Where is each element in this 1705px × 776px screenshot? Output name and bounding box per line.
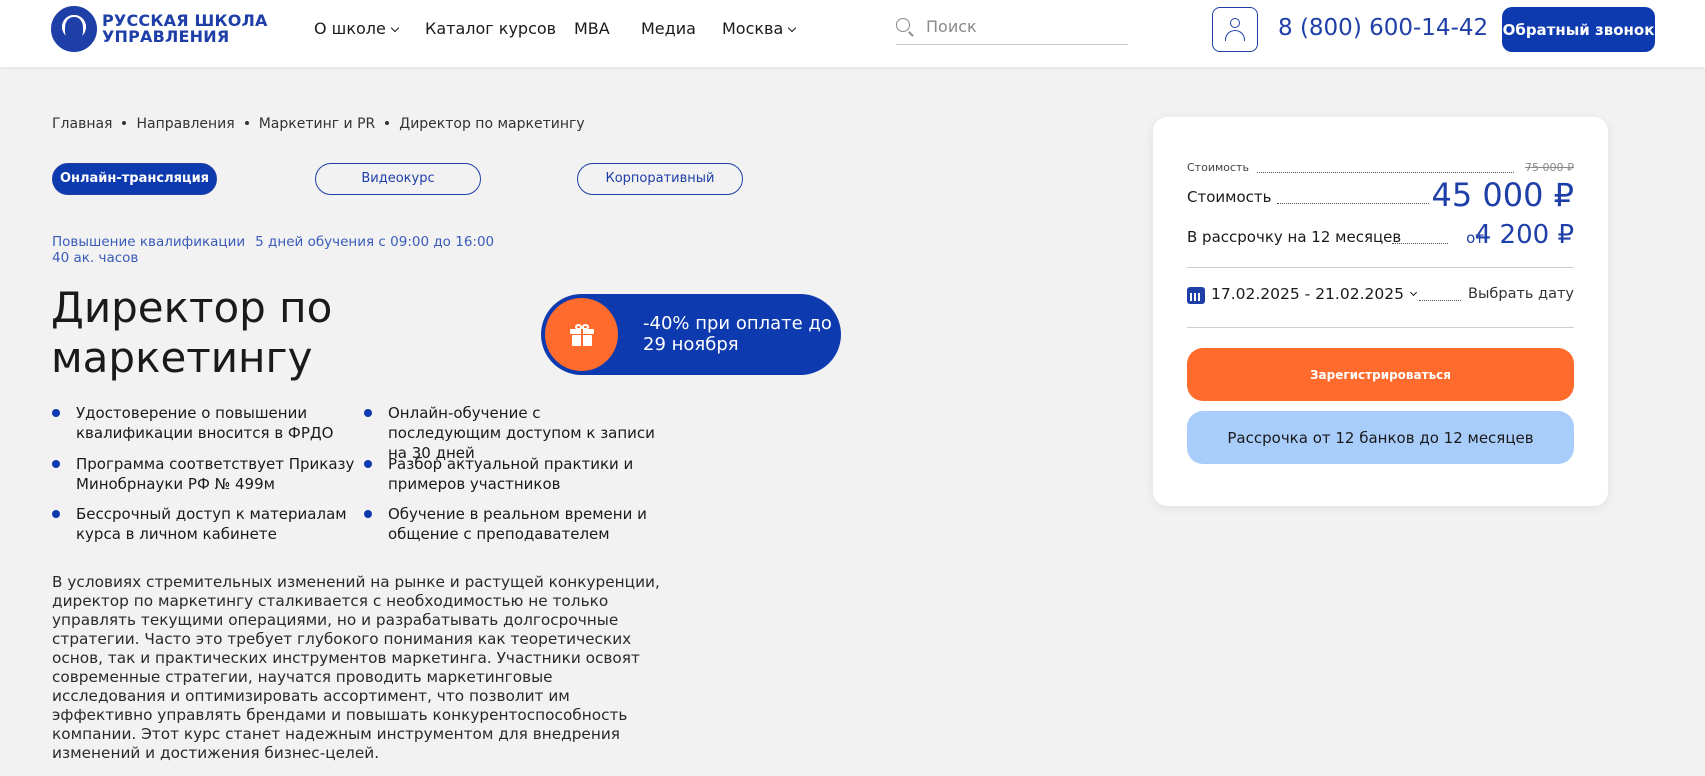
course-meta: Повышение квалификации 5 дней обучения с … xyxy=(52,234,494,266)
lion-logo-icon xyxy=(51,6,97,52)
bullet-icon xyxy=(364,409,372,417)
breadcrumb-separator xyxy=(385,121,390,125)
course-hours: 40 ак. часов xyxy=(52,250,139,266)
bullet-icon xyxy=(52,460,60,468)
bullet-icon xyxy=(52,409,60,417)
breadcrumb-current: Директор по маркетингу xyxy=(399,116,585,132)
nav-item-catalog[interactable]: Каталог курсов xyxy=(425,19,556,38)
discount-text: -40% при оплате до 29 ноября xyxy=(643,313,832,355)
nav-item-media[interactable]: Медиа xyxy=(641,19,696,38)
nav-label-catalog: Каталог курсов xyxy=(425,19,557,38)
pick-date-link[interactable]: Выбрать дату xyxy=(1468,286,1574,302)
feature-item: Бессрочный доступ к материалам курса в л… xyxy=(52,504,366,544)
tab-online[interactable]: Онлайн-трансляция xyxy=(52,163,217,195)
installment-button[interactable]: Рассрочка от 12 банков до 12 месяцев xyxy=(1187,411,1574,464)
gift-icon-circle xyxy=(545,298,618,371)
logo-line-2: УПРАВЛЕНИЯ xyxy=(102,27,230,46)
installment-label: В рассрочку на 12 месяцев xyxy=(1187,228,1402,246)
dotted-leader xyxy=(1419,300,1461,301)
bullet-icon xyxy=(364,460,372,468)
site-header: РУССКАЯ ШКОЛА УПРАВЛЕНИЯ О школе Каталог… xyxy=(0,0,1705,67)
search-box xyxy=(896,14,1128,45)
bullet-icon xyxy=(52,510,60,518)
tab-corporate[interactable]: Корпоративный xyxy=(577,163,743,195)
feature-item: Программа соответствует Приказу Минобрна… xyxy=(52,454,366,494)
breadcrumb-separator xyxy=(122,121,127,125)
nav-label-media: Медиа xyxy=(641,19,696,38)
feature-text: Удостоверение о повышении квалификации в… xyxy=(76,404,334,442)
feature-item: Обучение в реальном времени и общение с … xyxy=(364,504,648,544)
nav-label-mba: MBA xyxy=(574,19,610,38)
feature-text: Бессрочный доступ к материалам курса в л… xyxy=(76,505,347,543)
divider xyxy=(1187,267,1574,268)
gift-icon xyxy=(570,324,594,346)
divider xyxy=(1187,327,1574,328)
dotted-leader xyxy=(1257,172,1514,173)
old-price-label: Стоимость xyxy=(1187,161,1249,174)
dotted-leader xyxy=(1277,203,1429,204)
search-input[interactable] xyxy=(926,14,1126,38)
tab-video[interactable]: Видеокурс xyxy=(315,163,481,195)
old-price-row: Стоимость 75 000 ₽ xyxy=(1187,161,1574,174)
feature-text: Разбор актуальной практики и примеров уч… xyxy=(388,455,634,493)
price-row: Стоимость 45 000 ₽ xyxy=(1187,176,1574,214)
price-label: Стоимость xyxy=(1187,188,1272,206)
installment-row: В рассрочку на 12 месяцев от 4 200 ₽ xyxy=(1187,220,1574,250)
title-line-1: Директор по xyxy=(51,283,333,332)
nav-item-mba[interactable]: MBA xyxy=(574,19,610,38)
breadcrumb-separator xyxy=(244,121,249,125)
title-line-2: маркетингу xyxy=(51,333,313,382)
feature-item: Разбор актуальной практики и примеров уч… xyxy=(364,454,638,494)
chevron-down-icon xyxy=(390,23,400,33)
page-title: Директор по маркетингу xyxy=(51,283,332,383)
bullet-icon xyxy=(364,510,372,518)
nav-label-about: О школе xyxy=(314,19,386,38)
user-icon-body xyxy=(1225,30,1245,41)
breadcrumb-directions[interactable]: Направления xyxy=(136,116,234,132)
course-schedule: 5 дней обучения с 09:00 до 16:00 xyxy=(255,234,495,250)
search-icon[interactable] xyxy=(896,18,910,32)
old-price: 75 000 ₽ xyxy=(1525,161,1574,174)
school-logo[interactable]: РУССКАЯ ШКОЛА УПРАВЛЕНИЯ xyxy=(51,6,268,52)
chevron-down-icon xyxy=(1409,288,1417,297)
price-card: Стоимость 75 000 ₽ Стоимость 45 000 ₽ В … xyxy=(1153,117,1608,506)
account-button[interactable] xyxy=(1212,7,1258,52)
breadcrumb-marketing[interactable]: Маркетинг и PR xyxy=(259,116,376,132)
chevron-down-icon xyxy=(788,23,797,33)
date-range: 17.02.2025 - 21.02.2025 xyxy=(1211,285,1404,303)
user-icon xyxy=(1230,18,1240,28)
nav-label-city: Москва xyxy=(722,19,784,38)
feature-text: Обучение в реальном времени и общение с … xyxy=(388,505,647,543)
nav-item-about[interactable]: О школе xyxy=(314,19,400,38)
callback-button[interactable]: Обратный звонок xyxy=(1502,7,1655,52)
dotted-leader xyxy=(1392,243,1448,244)
feature-item: Удостоверение о повышении квалификации в… xyxy=(52,403,366,443)
nav-item-city[interactable]: Москва xyxy=(722,19,797,38)
breadcrumb: Главная Направления Маркетинг и PR Директор… xyxy=(52,116,585,132)
logo-text: РУССКАЯ ШКОЛА УПРАВЛЕНИЯ xyxy=(102,13,268,45)
date-select[interactable]: 17.02.2025 - 21.02.2025 xyxy=(1211,285,1417,303)
installment-price: 4 200 ₽ xyxy=(1474,220,1574,250)
feature-text: Программа соответствует Приказу Минобрна… xyxy=(76,455,355,493)
phone-link[interactable]: 8 (800) 600-14-42 xyxy=(1278,15,1488,41)
current-price: 45 000 ₽ xyxy=(1431,176,1575,214)
course-type: Повышение квалификации xyxy=(52,234,246,250)
course-description: В условиях стремительных изменений на ры… xyxy=(52,573,660,762)
breadcrumb-home[interactable]: Главная xyxy=(52,116,112,132)
register-button[interactable]: Зарегистрироваться xyxy=(1187,348,1574,401)
discount-badge[interactable]: -40% при оплате до 29 ноября xyxy=(541,294,841,375)
calendar-icon xyxy=(1187,287,1205,304)
